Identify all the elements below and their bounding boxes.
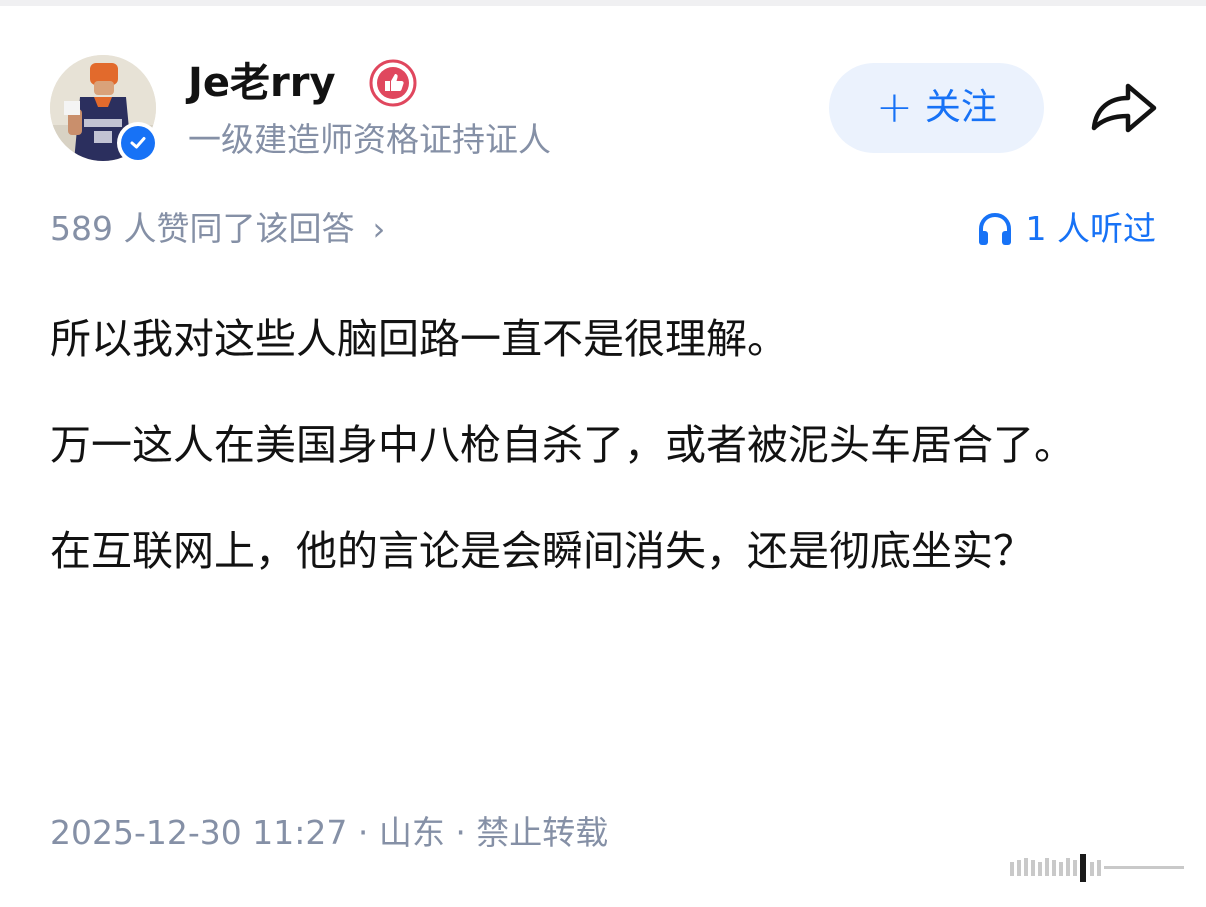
listened-count-text: 1 人听过 (1025, 209, 1157, 248)
chevron-right-icon: › (372, 210, 386, 248)
top-divider (0, 0, 1206, 6)
follow-label: 关注 (924, 87, 997, 128)
watermark-logo (1010, 854, 1184, 882)
answer-paragraph: 在互联网上，他的言论是会瞬间消失，还是彻底坐实？ (50, 527, 1034, 575)
verified-badge (117, 122, 159, 164)
listened-summary[interactable]: 1 人听过 (976, 205, 1157, 253)
headphones-icon (978, 212, 1011, 245)
answer-paragraph: 所以我对这些人脑回路一直不是很理解。 (50, 315, 788, 363)
plus-icon: + (876, 82, 913, 133)
answer-content: 所以我对这些人脑回路一直不是很理解。 万一这人在美国身中八枪自杀了，或者被泥头车… (50, 305, 1150, 623)
thumbs-up-badge-icon (369, 59, 417, 107)
answer-paragraph: 万一这人在美国身中八枪自杀了，或者被泥头车居合了。 (50, 421, 1075, 469)
share-arrow-icon[interactable] (1086, 78, 1160, 138)
answer-footer-info: 2025-12-30 11:27 · 山东 · 禁止转载 (50, 813, 609, 852)
author-headline: 一级建造师资格证持证人 (188, 120, 551, 159)
vote-count-text: 589 人赞同了该回答 (50, 209, 355, 248)
author-name[interactable]: Je老rry (188, 58, 336, 108)
follow-button[interactable]: + 关注 (829, 63, 1044, 153)
verified-check-icon (121, 126, 155, 160)
vote-summary[interactable]: 589 人赞同了该回答 › (50, 205, 385, 253)
